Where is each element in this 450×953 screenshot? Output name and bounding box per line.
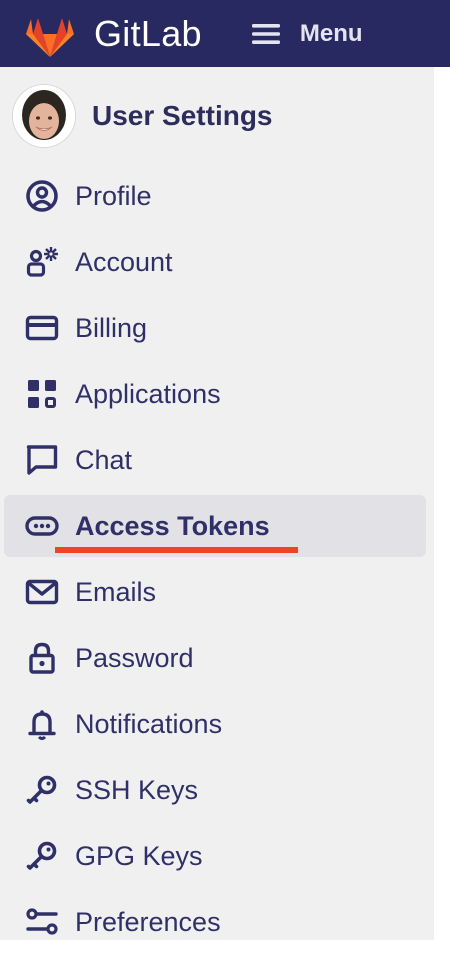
account-icon: [25, 245, 59, 279]
settings-sidebar: User Settings Profile Account Billing Ap…: [0, 67, 434, 940]
bell-icon: [25, 707, 59, 741]
top-bar: GitLab Menu: [0, 0, 450, 67]
lock-icon: [25, 641, 59, 675]
sidebar-item-label: Chat: [75, 444, 133, 475]
sidebar-item-account[interactable]: Account: [4, 231, 426, 293]
sidebar-item-label: Applications: [75, 378, 221, 409]
sidebar-item-preferences[interactable]: Preferences: [4, 891, 426, 953]
chat-icon: [25, 443, 59, 477]
avatar: [12, 84, 76, 148]
page-title: User Settings: [92, 100, 273, 131]
hamburger-icon: [251, 23, 280, 44]
preferences-icon: [25, 905, 59, 939]
brand-name: GitLab: [94, 12, 202, 54]
highlight-underline: [55, 547, 298, 553]
sidebar-item-label: Notifications: [75, 708, 223, 739]
profile-icon: [25, 179, 59, 213]
sidebar-item-label: Emails: [75, 576, 157, 607]
sidebar-item-label: Billing: [75, 312, 148, 343]
gitlab-home-link[interactable]: GitLab: [24, 0, 202, 67]
sidebar-item-emails[interactable]: Emails: [4, 561, 426, 623]
mail-icon: [25, 575, 59, 609]
menu-button[interactable]: Menu: [251, 12, 363, 56]
sidebar-item-label: Account: [75, 246, 173, 277]
applications-icon: [25, 377, 59, 411]
sidebar-item-password[interactable]: Password: [4, 627, 426, 689]
sidebar-item-label: Profile: [75, 180, 152, 211]
user-photo-icon: [13, 85, 75, 147]
sidebar-item-applications[interactable]: Applications: [4, 363, 426, 425]
sidebar-item-label: Access Tokens: [75, 510, 270, 541]
key-icon: [25, 839, 59, 873]
sidebar-item-label: GPG Keys: [75, 840, 203, 871]
user-settings-header[interactable]: User Settings: [0, 67, 434, 165]
sidebar-item-profile[interactable]: Profile: [4, 165, 426, 227]
sidebar-item-label: SSH Keys: [75, 774, 199, 805]
sidebar-item-label: Password: [75, 642, 194, 673]
menu-label: Menu: [299, 19, 363, 47]
sidebar-item-ssh-keys[interactable]: SSH Keys: [4, 759, 426, 821]
sidebar-item-gpg-keys[interactable]: GPG Keys: [4, 825, 426, 887]
token-icon: [25, 509, 59, 543]
sidebar-item-chat[interactable]: Chat: [4, 429, 426, 491]
content-edge: [434, 67, 450, 940]
gitlab-logo-icon: [26, 17, 74, 57]
key-icon: [25, 773, 59, 807]
sidebar-item-notifications[interactable]: Notifications: [4, 693, 426, 755]
sidebar-item-label: Preferences: [75, 906, 221, 937]
billing-icon: [25, 311, 59, 345]
sidebar-item-billing[interactable]: Billing: [4, 297, 426, 359]
